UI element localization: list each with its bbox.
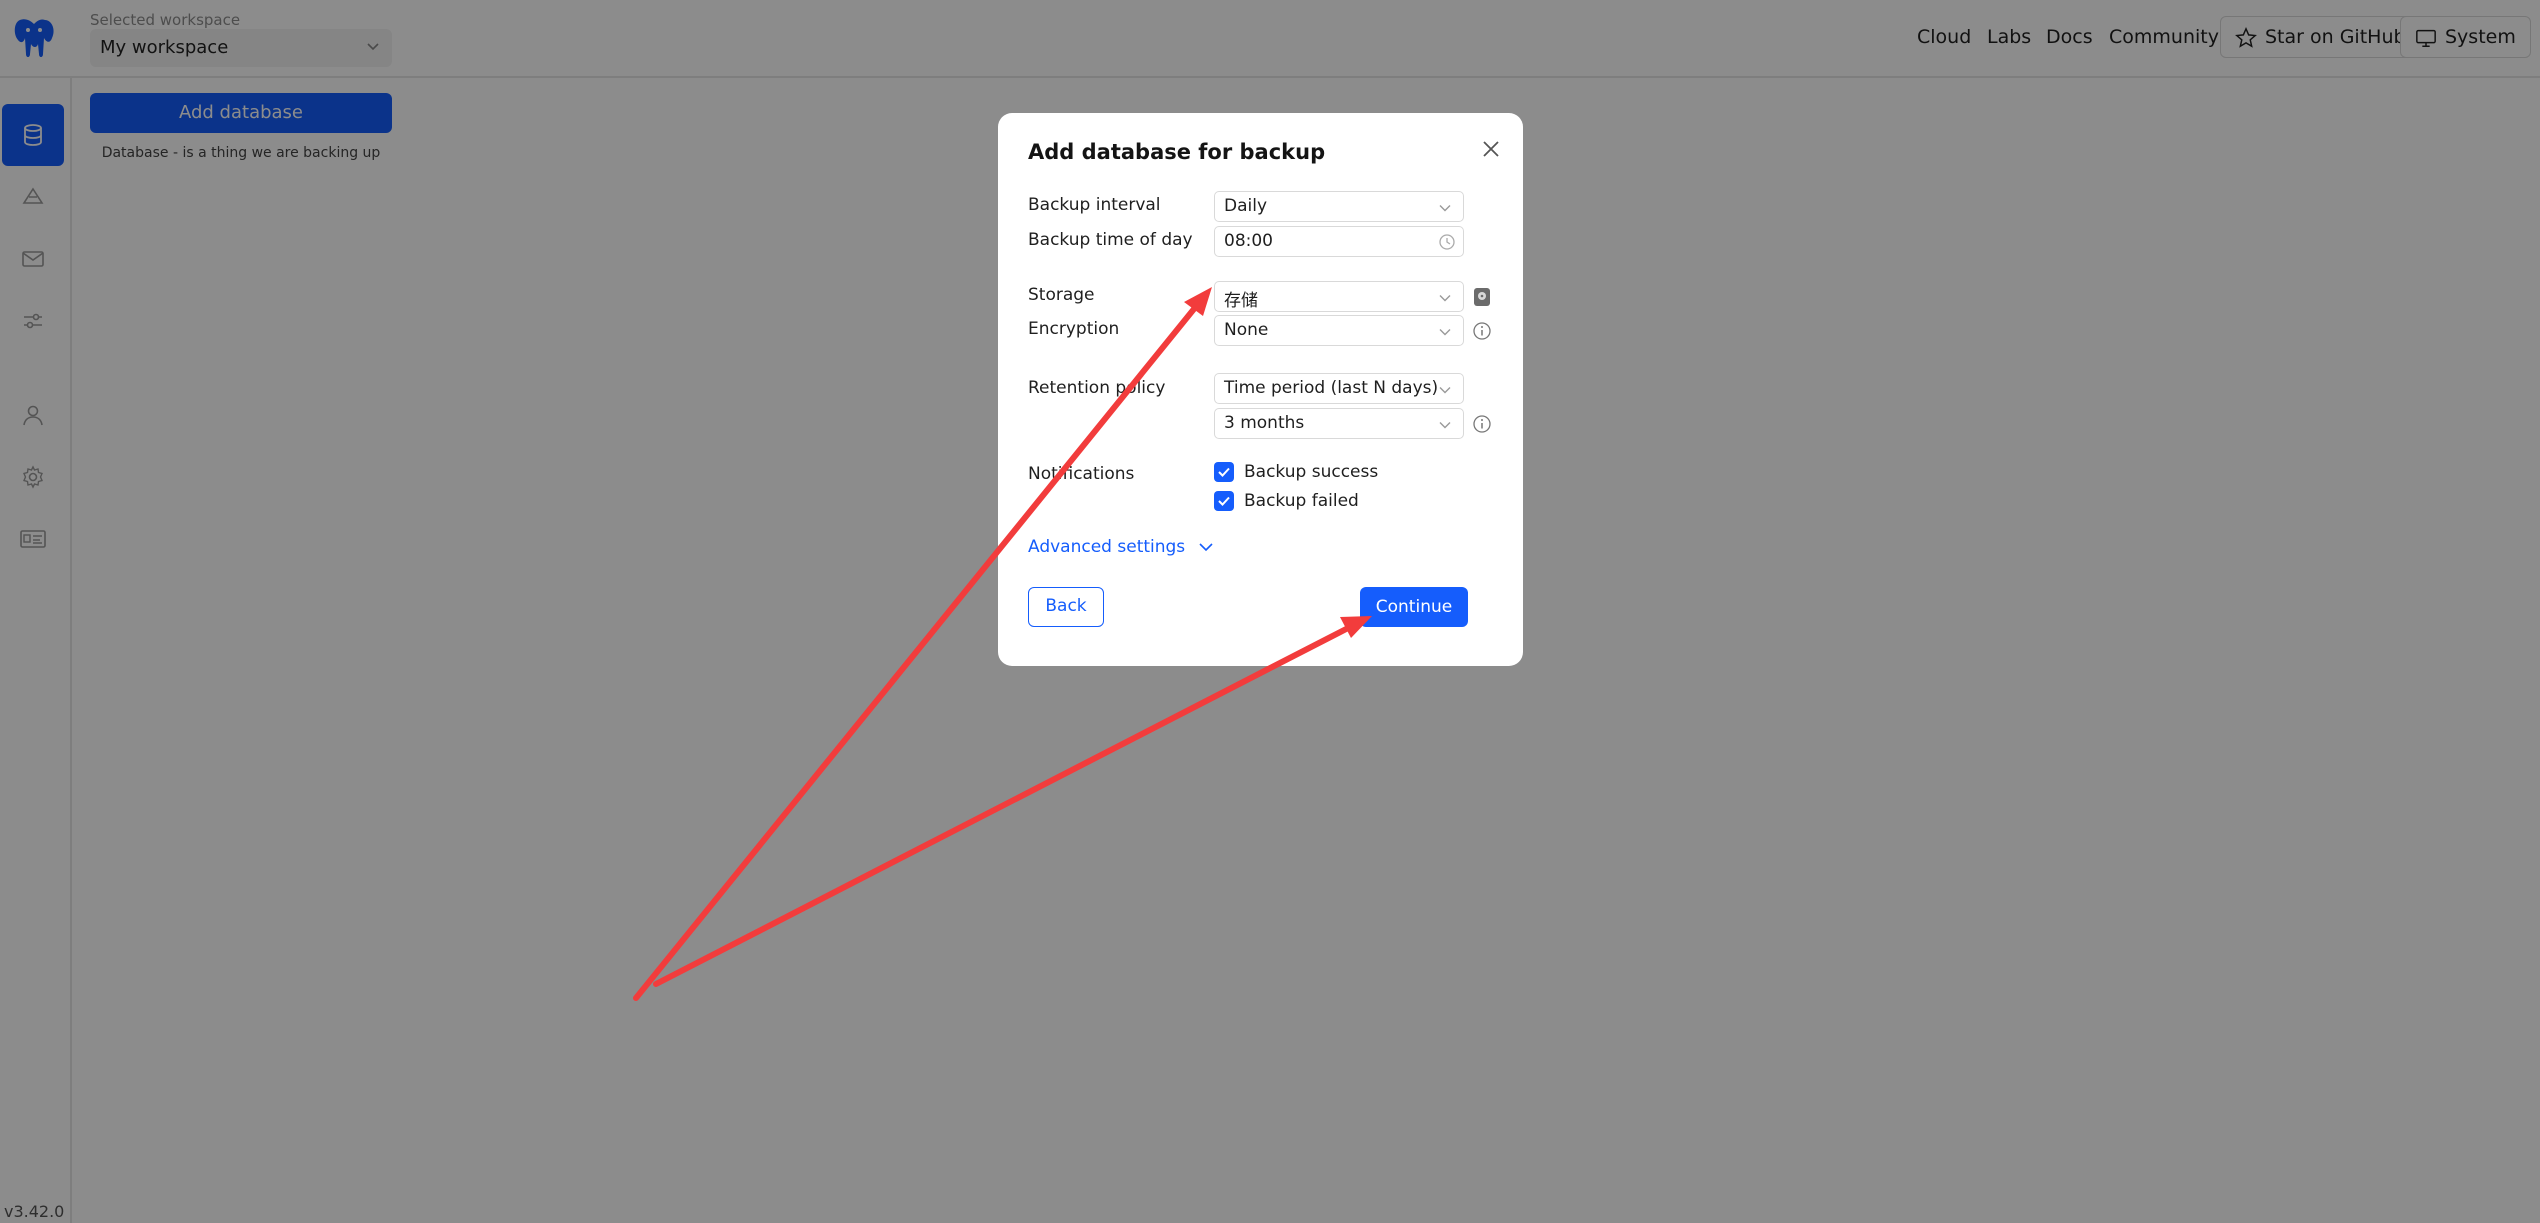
back-button[interactable]: Back: [1028, 587, 1104, 627]
chevron-down-icon: [1439, 329, 1451, 336]
encryption-label: Encryption: [1028, 319, 1120, 339]
chevron-down-icon: [1439, 422, 1451, 429]
checkbox-checked-icon[interactable]: [1214, 491, 1234, 511]
backup-success-label: Backup success: [1244, 462, 1379, 482]
storage-select[interactable]: 存储: [1214, 281, 1464, 312]
backup-interval-select[interactable]: Daily: [1214, 191, 1464, 222]
retention-type-value: Time period (last N days): [1224, 378, 1439, 398]
backup-time-input[interactable]: 08:00: [1214, 226, 1464, 257]
close-icon[interactable]: [1479, 137, 1503, 161]
retention-period-value: 3 months: [1224, 413, 1305, 433]
hard-drive-icon[interactable]: [1472, 287, 1492, 307]
info-icon[interactable]: [1472, 414, 1492, 434]
encryption-select[interactable]: None: [1214, 315, 1464, 346]
checkbox-checked-icon[interactable]: [1214, 462, 1234, 482]
backup-interval-value: Daily: [1224, 196, 1268, 216]
retention-type-select[interactable]: Time period (last N days): [1214, 373, 1464, 404]
encryption-value: None: [1224, 320, 1269, 340]
advanced-settings-toggle[interactable]: Advanced settings: [1028, 537, 1213, 557]
advanced-settings-label: Advanced settings: [1028, 537, 1186, 557]
info-icon[interactable]: [1472, 321, 1492, 341]
chevron-down-icon: [1439, 387, 1451, 394]
chevron-down-icon: [1439, 205, 1451, 212]
add-database-modal: Add database for backup Backup interval …: [998, 113, 1523, 666]
clock-icon: [1439, 234, 1455, 250]
backup-failed-label: Backup failed: [1244, 491, 1359, 511]
backup-time-value: 08:00: [1224, 231, 1273, 251]
backup-interval-label: Backup interval: [1028, 195, 1161, 215]
chevron-down-icon: [1439, 295, 1451, 302]
app-root: Selected workspace My workspace Cloud La…: [0, 0, 2540, 1223]
modal-title: Add database for backup: [1028, 140, 1326, 164]
notifications-label: Notifications: [1028, 464, 1135, 484]
retention-label: Retention policy: [1028, 378, 1166, 398]
chevron-down-icon: [1199, 543, 1213, 552]
retention-period-select[interactable]: 3 months: [1214, 408, 1464, 439]
continue-button[interactable]: Continue: [1360, 587, 1468, 627]
storage-value: 存储: [1224, 291, 1258, 311]
storage-label: Storage: [1028, 285, 1095, 305]
backup-time-label: Backup time of day: [1028, 230, 1193, 250]
